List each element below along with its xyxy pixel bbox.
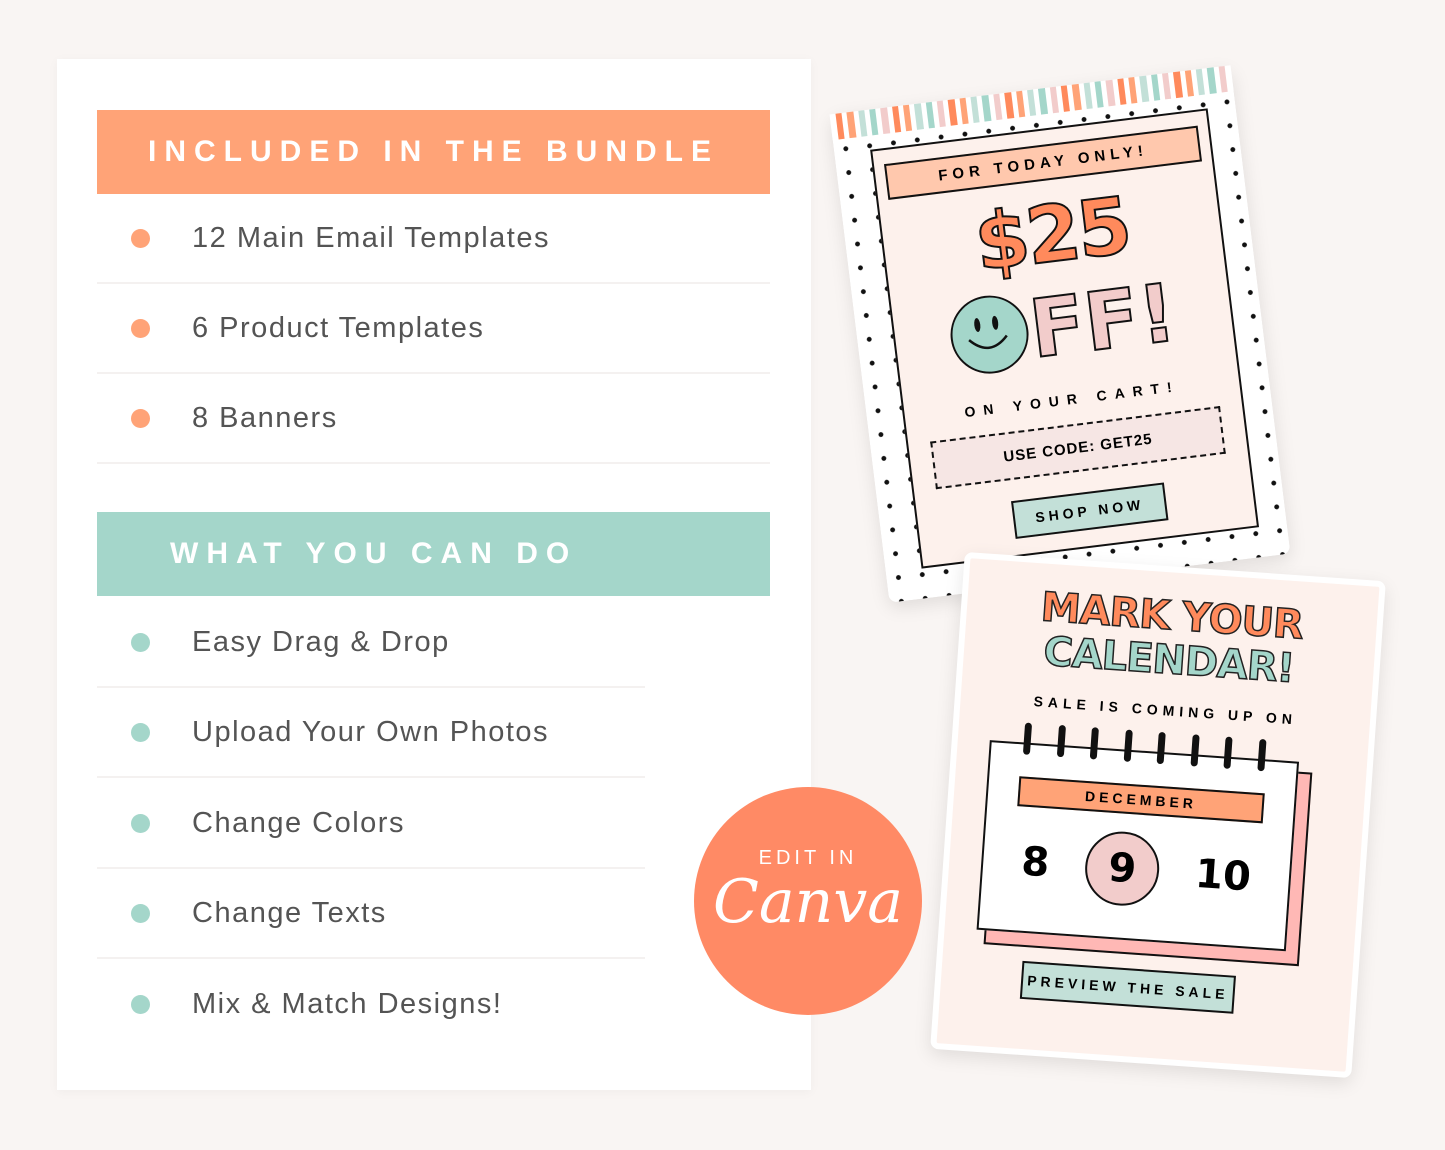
stripe — [1173, 71, 1183, 99]
stripe — [1015, 90, 1026, 118]
calendar-day-highlighted: 9 — [1082, 829, 1162, 909]
stripe — [1128, 77, 1138, 104]
promo-poster-inner: FOR TODAY ONLY! $25 FF! ON YOUR CART! US… — [870, 108, 1260, 569]
list-item-label: Easy Drag & Drop — [192, 625, 450, 658]
bullet-icon — [131, 632, 150, 652]
calendar-day: 8 — [1019, 838, 1051, 887]
stripe — [891, 106, 902, 133]
list-item: Change Texts — [97, 869, 645, 959]
list-item: Upload Your Own Photos — [97, 688, 645, 778]
bullet-icon — [131, 318, 150, 338]
stripe — [914, 103, 924, 130]
stripe — [1195, 68, 1206, 96]
promo-poster: FOR TODAY ONLY! $25 FF! ON YOUR CART! US… — [829, 65, 1291, 603]
stripe — [857, 110, 868, 137]
stripe — [1060, 85, 1071, 112]
stripe — [1161, 72, 1172, 100]
list-item: 12 Main Email Templates — [97, 194, 770, 284]
stripe — [869, 108, 879, 136]
shop-now-button[interactable]: SHOP NOW — [1011, 482, 1169, 539]
stripe — [1083, 82, 1093, 110]
stripe — [846, 111, 857, 139]
stripe — [1207, 67, 1217, 94]
canva-logo: Canva — [713, 867, 903, 937]
stripe — [1026, 89, 1037, 117]
stripe — [925, 101, 936, 129]
list-item: Mix & Match Designs! — [97, 959, 645, 1049]
stripe — [936, 100, 947, 128]
calendar-days: 8 9 10 — [1001, 823, 1272, 915]
stripe — [1071, 83, 1082, 111]
bundle-heading: INCLUDED IN THE BUNDLE — [97, 110, 770, 194]
calendar-day: 10 — [1193, 850, 1253, 901]
list-item-label: Change Colors — [192, 806, 405, 839]
bullet-icon — [131, 228, 150, 248]
stripe — [948, 99, 958, 126]
list-item: Change Colors — [97, 779, 645, 869]
stripe — [993, 93, 1003, 121]
bullet-icon — [131, 903, 150, 923]
edit-in-canva-badge[interactable]: EDIT IN Canva — [694, 787, 922, 1015]
stripe — [1105, 79, 1116, 107]
list-item: 8 Banners — [97, 374, 770, 464]
stripe — [835, 112, 845, 140]
stripe — [959, 97, 969, 125]
stripe — [1150, 74, 1161, 101]
bullet-icon — [131, 408, 150, 428]
list-item-label: 8 Banners — [192, 401, 338, 434]
calendar-poster: MARK YOUR CALENDAR! SALE IS COMING UP ON… — [930, 551, 1386, 1079]
stripe — [1094, 81, 1104, 108]
stripe — [880, 107, 890, 134]
list-item: 6 Product Templates — [97, 284, 770, 374]
bullet-icon — [131, 813, 150, 833]
preview-sale-button[interactable]: PREVIEW THE SALE — [1019, 960, 1236, 1014]
calendar-title: MARK YOUR CALENDAR! — [963, 580, 1378, 696]
list-item-label: 12 Main Email Templates — [192, 221, 550, 254]
list-item-label: Mix & Match Designs! — [192, 987, 503, 1020]
stripe — [1218, 65, 1228, 93]
list-item: Easy Drag & Drop — [97, 598, 645, 688]
list-item-label: 6 Product Templates — [192, 311, 485, 344]
calendar-month: DECEMBER — [1017, 776, 1265, 824]
stripe — [970, 96, 981, 123]
stripe — [1004, 92, 1014, 119]
stripe — [981, 94, 992, 122]
stripe — [1184, 70, 1194, 97]
stripe — [1049, 86, 1059, 114]
list-item-label: Upload Your Own Photos — [192, 715, 550, 748]
capabilities-heading: WHAT YOU CAN DO — [97, 512, 770, 596]
stripe — [1038, 88, 1048, 115]
stripe — [1116, 78, 1127, 105]
calendar-icon: DECEMBER 8 9 10 — [976, 722, 1300, 952]
list-item-label: Change Texts — [192, 896, 387, 929]
off-text: FF! — [1024, 265, 1182, 377]
bullet-icon — [131, 722, 150, 742]
calendar-rings — [1003, 721, 1287, 773]
stripe — [903, 104, 913, 132]
bullet-icon — [131, 994, 150, 1014]
smiley-icon — [946, 291, 1034, 379]
stripe — [1139, 75, 1149, 103]
